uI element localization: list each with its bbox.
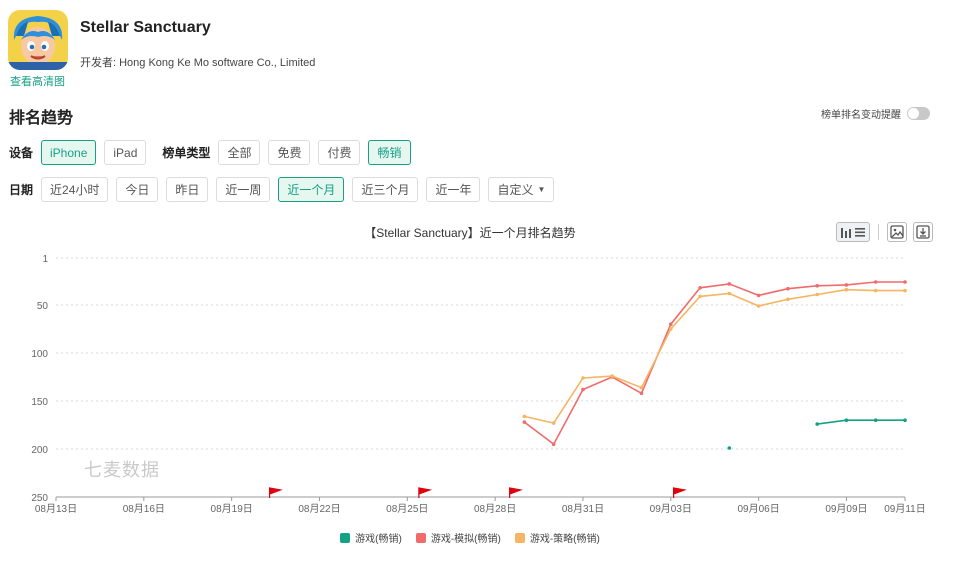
legend-label: 游戏-策略(畅销) — [529, 534, 600, 545]
data-point — [815, 292, 819, 297]
x-tick-label: 08月16日 — [123, 503, 165, 515]
data-point — [903, 418, 907, 422]
data-point — [756, 304, 761, 308]
date-chip-three-months[interactable]: 近三个月 — [352, 177, 419, 202]
chart-toolbar — [836, 222, 933, 242]
data-point — [727, 282, 732, 286]
list-type-chip-paid[interactable]: 付费 — [318, 140, 361, 165]
data-point — [873, 418, 878, 422]
y-tick-label: 200 — [31, 445, 48, 456]
app-icon[interactable] — [8, 10, 68, 70]
x-tick-label: 08月28日 — [474, 503, 516, 515]
legend-item-total[interactable]: 游戏(畅销) — [340, 530, 402, 545]
image-icon[interactable] — [887, 222, 907, 242]
date-filter-row: 日期 近24小时 今日 昨日 近一周 近一个月 近三个月 近一年 自定义 ▼ — [9, 177, 562, 202]
rank-trend-chart: 15010015020025008月13日 08月16日 08月19日 08月22日 0… — [31, 254, 926, 515]
x-tick-label: 08月25日 — [386, 503, 428, 515]
data-point — [669, 327, 673, 331]
app-header: 查看高清图 Stellar Sanctuary 开发者: Hong Kong K… — [8, 10, 408, 90]
x-tick-label: 09月06日 — [737, 503, 779, 515]
y-tick-label: 150 — [31, 397, 48, 408]
date-chip-today[interactable]: 今日 — [116, 177, 159, 202]
date-label: 日期 — [9, 183, 34, 197]
list-type-label: 榜单类型 — [162, 146, 211, 160]
date-chip-24h[interactable]: 近24小时 — [41, 177, 109, 202]
legend-swatch — [415, 532, 426, 543]
data-point — [522, 420, 527, 424]
watermark: 七麦数据 — [84, 460, 160, 480]
legend-item-strategy[interactable]: 游戏-策略(畅销) — [514, 530, 600, 545]
data-point — [786, 297, 790, 302]
date-chip-month[interactable]: 近一个月 — [278, 177, 345, 202]
chart-title: 【Stellar Sanctuary】近一个月排名趋势 — [364, 226, 576, 240]
data-point — [815, 284, 819, 288]
date-chip-week[interactable]: 近一周 — [216, 177, 271, 202]
data-point — [727, 446, 732, 450]
x-tick-label: 09月11日 — [884, 503, 926, 515]
section-title: 排名趋势 — [9, 110, 74, 127]
data-point — [522, 414, 527, 419]
data-point — [581, 387, 585, 392]
data-point — [873, 280, 878, 284]
app-title: Stellar Sanctuary — [80, 19, 211, 36]
rank-alert-toggle[interactable] — [907, 107, 930, 120]
data-point — [698, 286, 702, 290]
device-label: 设备 — [9, 146, 34, 160]
x-tick-label: 08月31日 — [562, 503, 604, 515]
data-point — [903, 280, 907, 284]
toolbar-divider — [878, 224, 879, 240]
legend-label: 游戏(畅销) — [355, 534, 402, 545]
data-point — [639, 391, 644, 396]
data-point — [727, 291, 732, 296]
y-tick-label: 250 — [31, 493, 48, 504]
legend-swatch — [514, 532, 525, 543]
date-chip-year[interactable]: 近一年 — [426, 177, 481, 202]
series-line — [524, 288, 905, 425]
list-type-chip-all[interactable]: 全部 — [218, 140, 261, 165]
legend-item-simulation[interactable]: 游戏-模拟(畅销) — [415, 530, 501, 545]
data-point — [903, 288, 907, 293]
chart-list-toggle-icon[interactable] — [836, 222, 870, 242]
view-hd-image-link[interactable]: 查看高清图 — [10, 73, 65, 89]
x-tick-label: 09月03日 — [650, 503, 692, 515]
device-filter-row: 设备 iPhone iPad 榜单类型 全部 免费 付费 畅销 — [9, 140, 419, 165]
data-point — [581, 376, 585, 380]
list-type-chip-grossing[interactable]: 畅销 — [368, 140, 411, 165]
series-line — [817, 419, 905, 425]
data-point — [610, 374, 614, 378]
data-point — [844, 287, 849, 292]
x-tick-label: 09月09日 — [825, 503, 867, 515]
device-chip-iphone[interactable]: iPhone — [41, 140, 97, 165]
chevron-down-icon: ▼ — [537, 185, 546, 194]
y-tick-label: 100 — [31, 349, 48, 360]
data-point — [551, 421, 556, 425]
device-chip-ipad[interactable]: iPad — [104, 140, 147, 165]
date-chip-yesterday[interactable]: 昨日 — [166, 177, 209, 202]
data-point — [815, 422, 819, 426]
y-tick-label: 50 — [37, 301, 49, 312]
x-tick-label: 08月13日 — [35, 503, 77, 515]
developer-label: 开发者: Hong Kong Ke Mo software Co., Limit… — [80, 57, 316, 69]
rank-alert-setting: 榜单排名变动提醒 — [821, 106, 930, 121]
rank-alert-label: 榜单排名变动提醒 — [821, 110, 901, 121]
list-type-chip-free[interactable]: 免费 — [268, 140, 311, 165]
data-point — [669, 322, 673, 326]
data-point — [786, 286, 790, 291]
date-custom-dropdown[interactable]: 自定义 ▼ — [488, 177, 555, 202]
y-tick-label: 1 — [42, 254, 48, 265]
legend-label: 游戏-模拟(畅销) — [430, 534, 501, 545]
data-point — [844, 418, 849, 422]
x-tick-label: 08月19日 — [211, 503, 253, 515]
download-icon[interactable] — [913, 222, 933, 242]
data-point — [698, 294, 702, 299]
data-point — [551, 442, 556, 446]
date-custom-label: 自定义 — [497, 183, 534, 197]
x-tick-label: 08月22日 — [298, 503, 340, 515]
data-point — [639, 385, 644, 390]
legend-swatch — [340, 532, 351, 543]
data-point — [873, 288, 878, 293]
data-point — [756, 293, 761, 298]
data-point — [844, 283, 849, 287]
chart-legend: 游戏(畅销) 游戏-模拟(畅销) 游戏-策略(畅销) — [0, 530, 940, 545]
